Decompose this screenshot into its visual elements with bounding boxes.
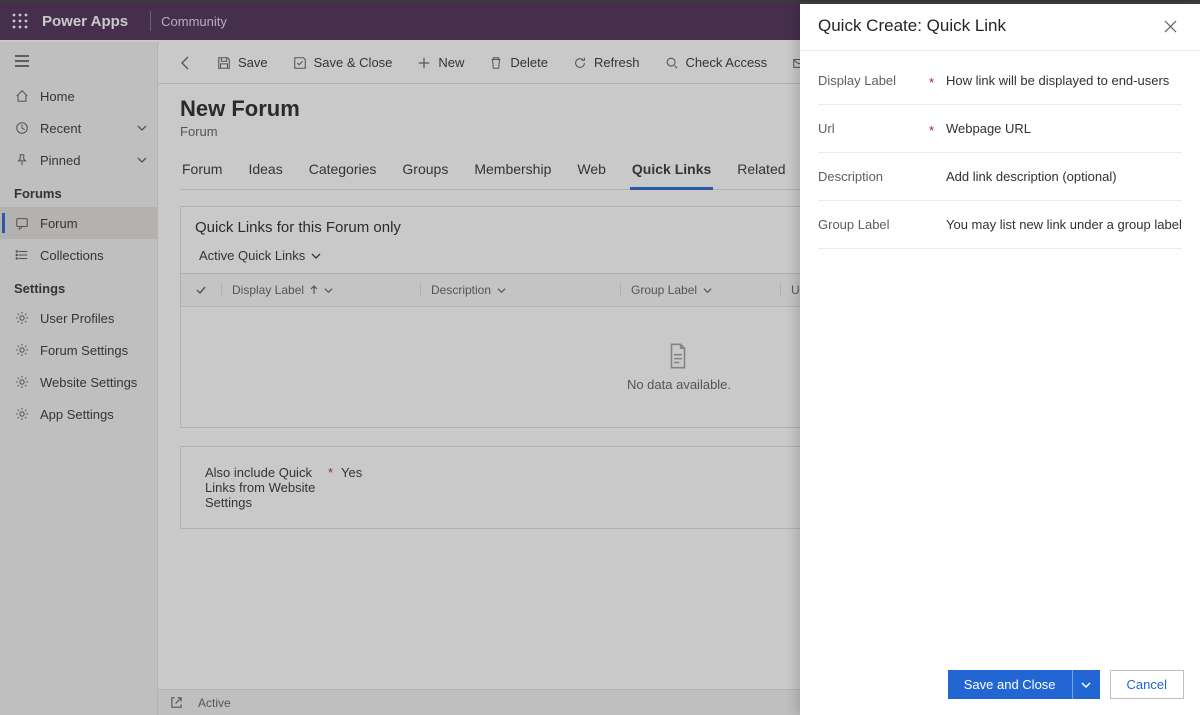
- field-label-url: Url *: [818, 121, 938, 136]
- required-indicator: *: [929, 123, 934, 138]
- display-label-input[interactable]: [946, 71, 1182, 90]
- cancel-button[interactable]: Cancel: [1110, 670, 1184, 699]
- description-input[interactable]: [946, 167, 1182, 186]
- field-label-description: Description: [818, 169, 938, 184]
- save-and-close-button[interactable]: Save and Close: [948, 670, 1072, 699]
- field-label-group-label: Group Label: [818, 217, 938, 232]
- url-input[interactable]: [946, 119, 1182, 138]
- save-and-close-dropdown[interactable]: [1072, 670, 1100, 699]
- panel-title: Quick Create: Quick Link: [818, 16, 1006, 36]
- group-label-input[interactable]: [946, 215, 1182, 234]
- quick-create-panel: Quick Create: Quick Link Display Label *…: [800, 2, 1200, 715]
- close-button[interactable]: [1158, 14, 1182, 38]
- field-label-display-label: Display Label *: [818, 73, 938, 88]
- required-indicator: *: [929, 75, 934, 90]
